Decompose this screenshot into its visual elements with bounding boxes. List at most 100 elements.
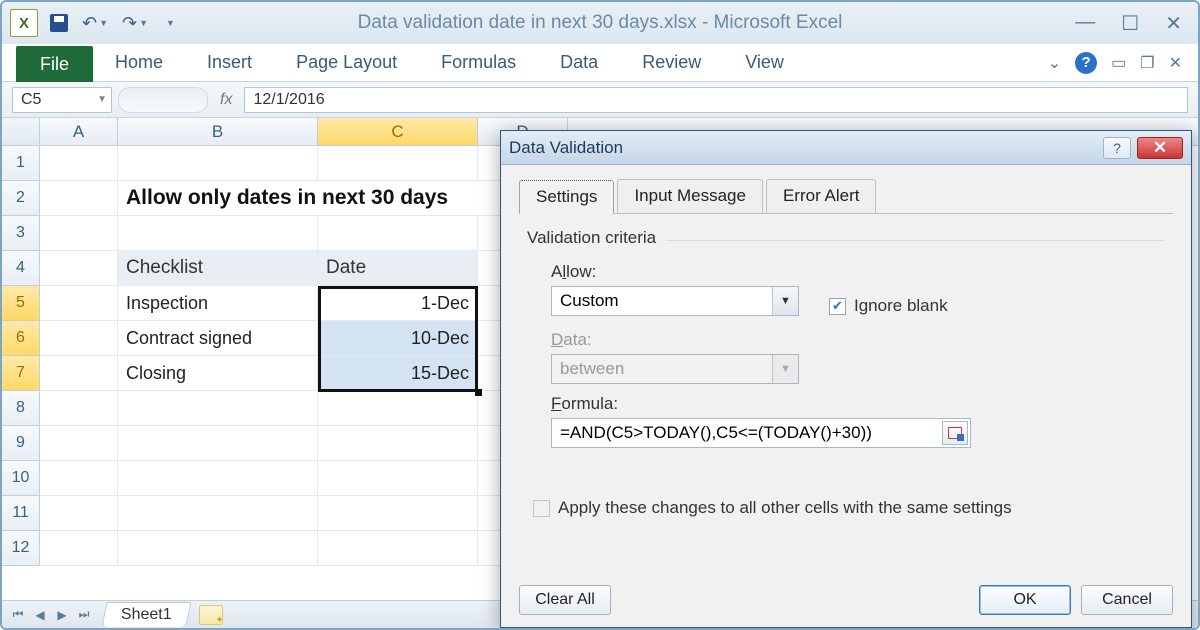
- dialog-close-button[interactable]: ✕: [1137, 137, 1183, 159]
- tab-data[interactable]: Data: [538, 44, 620, 81]
- cell[interactable]: 10-Dec: [318, 321, 478, 356]
- ok-button[interactable]: OK: [979, 585, 1071, 615]
- dialog-title-bar[interactable]: Data Validation ? ✕: [501, 131, 1191, 165]
- row-header-9[interactable]: 9: [2, 426, 40, 461]
- dialog-help-button[interactable]: ?: [1103, 137, 1131, 159]
- redo-button[interactable]: ↷▼: [122, 13, 148, 34]
- row-header-12[interactable]: 12: [2, 531, 40, 566]
- cell[interactable]: 15-Dec: [318, 356, 478, 391]
- row-header-5[interactable]: 5: [2, 286, 40, 321]
- cell[interactable]: [318, 531, 478, 566]
- dialog-title: Data Validation: [509, 138, 623, 158]
- tab-home[interactable]: Home: [93, 44, 185, 81]
- save-icon[interactable]: [50, 14, 68, 32]
- fx-label[interactable]: fx: [220, 91, 232, 109]
- sheet-nav-last-icon[interactable]: ⏭: [74, 605, 94, 625]
- row-header-3[interactable]: 3: [2, 216, 40, 251]
- cell[interactable]: [318, 461, 478, 496]
- name-box-value: C5: [21, 91, 41, 109]
- tab-formulas[interactable]: Formulas: [419, 44, 538, 81]
- cell[interactable]: [318, 146, 478, 181]
- cell[interactable]: [318, 426, 478, 461]
- cell[interactable]: [40, 391, 118, 426]
- name-box[interactable]: C5 ▼: [12, 87, 112, 113]
- cell[interactable]: [40, 286, 118, 321]
- cancel-button[interactable]: Cancel: [1081, 585, 1173, 615]
- cell[interactable]: [318, 391, 478, 426]
- row-header-8[interactable]: 8: [2, 391, 40, 426]
- minimize-icon[interactable]: —: [1075, 11, 1095, 36]
- row-header-1[interactable]: 1: [2, 146, 40, 181]
- sheet-tab-1[interactable]: Sheet1: [101, 602, 191, 627]
- cell[interactable]: [118, 496, 318, 531]
- cell[interactable]: [40, 321, 118, 356]
- row-header-10[interactable]: 10: [2, 461, 40, 496]
- range-selector-button[interactable]: [942, 421, 968, 445]
- worksheet-heading: Allow only dates in next 30 days: [126, 186, 448, 210]
- formula-bar-input[interactable]: 12/1/2016: [244, 87, 1188, 113]
- row-header-4[interactable]: 4: [2, 251, 40, 286]
- cell[interactable]: Checklist: [118, 251, 318, 286]
- cell[interactable]: [118, 391, 318, 426]
- col-header-A[interactable]: A: [40, 118, 118, 145]
- cell[interactable]: [40, 216, 118, 251]
- formula-input[interactable]: =AND(C5>TODAY(),C5<=(TODAY()+30)): [551, 418, 971, 448]
- tab-review[interactable]: Review: [620, 44, 723, 81]
- workbook-close-icon[interactable]: ✕: [1169, 53, 1182, 73]
- ignore-blank-label: Ignore blank: [854, 296, 948, 316]
- workbook-minimize-icon[interactable]: ▭: [1111, 53, 1126, 73]
- file-tab[interactable]: File: [16, 46, 93, 82]
- cell[interactable]: [40, 146, 118, 181]
- cell[interactable]: Date: [318, 251, 478, 286]
- select-all-corner[interactable]: [2, 118, 40, 145]
- cell[interactable]: [40, 251, 118, 286]
- help-icon[interactable]: ?: [1075, 52, 1097, 74]
- name-box-dropdown-icon[interactable]: ▼: [97, 94, 107, 105]
- cell[interactable]: [40, 496, 118, 531]
- sheet-nav-first-icon[interactable]: ⏮: [8, 605, 28, 625]
- maximize-icon[interactable]: ☐: [1121, 11, 1139, 36]
- cell[interactable]: Closing: [118, 356, 318, 391]
- new-sheet-button[interactable]: [199, 605, 223, 625]
- cell[interactable]: [40, 181, 118, 216]
- cell[interactable]: [40, 461, 118, 496]
- cell[interactable]: [318, 216, 478, 251]
- tab-page-layout[interactable]: Page Layout: [274, 44, 419, 81]
- row-header-2[interactable]: 2: [2, 181, 40, 216]
- cell[interactable]: [40, 531, 118, 566]
- cell[interactable]: [118, 531, 318, 566]
- cell[interactable]: Inspection: [118, 286, 318, 321]
- qat-customize-icon[interactable]: ▼: [166, 18, 175, 28]
- app-window: X ↶▼ ↷▼ ▼ Data validation date in next 3…: [0, 0, 1200, 630]
- cell[interactable]: [318, 496, 478, 531]
- cell[interactable]: [118, 146, 318, 181]
- tab-insert[interactable]: Insert: [185, 44, 274, 81]
- fill-handle[interactable]: [475, 389, 482, 396]
- col-header-C[interactable]: C: [318, 118, 478, 145]
- cell[interactable]: [118, 461, 318, 496]
- close-icon[interactable]: ✕: [1165, 11, 1182, 36]
- tab-view[interactable]: View: [723, 44, 806, 81]
- cell[interactable]: [118, 426, 318, 461]
- data-validation-dialog: Data Validation ? ✕ Settings Input Messa…: [500, 130, 1192, 628]
- cell[interactable]: 1-Dec: [318, 286, 478, 321]
- tab-settings[interactable]: Settings: [519, 180, 614, 214]
- clear-all-button[interactable]: Clear All: [519, 585, 611, 615]
- undo-button[interactable]: ↶▼: [82, 13, 108, 34]
- workbook-restore-icon[interactable]: ❐: [1140, 53, 1154, 73]
- cell[interactable]: [40, 426, 118, 461]
- col-header-B[interactable]: B: [118, 118, 318, 145]
- cell[interactable]: [118, 216, 318, 251]
- tab-input-message[interactable]: Input Message: [617, 179, 763, 213]
- ignore-blank-checkbox[interactable]: ✔: [829, 298, 846, 315]
- cell[interactable]: [40, 356, 118, 391]
- sheet-nav-next-icon[interactable]: ▶: [52, 605, 72, 625]
- ribbon-minimize-icon[interactable]: ⌄: [1048, 53, 1061, 73]
- tab-error-alert[interactable]: Error Alert: [766, 179, 877, 213]
- cell[interactable]: Contract signed: [118, 321, 318, 356]
- row-header-11[interactable]: 11: [2, 496, 40, 531]
- row-header-6[interactable]: 6: [2, 321, 40, 356]
- sheet-nav-prev-icon[interactable]: ◀: [30, 605, 50, 625]
- row-header-7[interactable]: 7: [2, 356, 40, 391]
- allow-select[interactable]: Custom ▼: [551, 286, 799, 316]
